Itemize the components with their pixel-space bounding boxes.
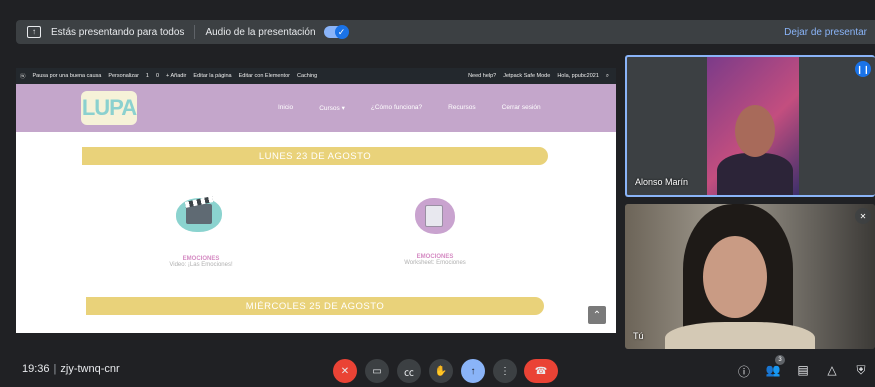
day-heading: LUNES 23 DE AGOSTO <box>82 147 548 165</box>
self-tile[interactable]: ✕ Tú <box>625 204 875 349</box>
site-nav: Inicio Cursos ▾ ¿Cómo funciona? Recursos… <box>278 104 567 112</box>
nav-item-inicio[interactable]: Inicio <box>278 104 293 112</box>
camera-button[interactable]: ▭ <box>365 359 389 383</box>
shared-screen: ⓦ Pausa por una buena causa Personalizar… <box>16 68 616 333</box>
divider <box>194 25 196 39</box>
wp-bar-item[interactable]: Hola, ppubc2021 <box>557 73 599 80</box>
self-video-body <box>665 322 815 349</box>
nav-item-cerrar-sesion[interactable]: Cerrar sesión <box>502 104 541 112</box>
present-button[interactable]: ↑ <box>461 359 485 383</box>
wp-admin-bar: ⓦ Pausa por una buena causa Personalizar… <box>16 68 616 84</box>
check-icon: ✓ <box>334 25 349 39</box>
wp-bar-item[interactable]: 0 <box>156 73 159 79</box>
participant-name: Tú <box>633 331 644 341</box>
clock: 19:36 <box>22 363 50 375</box>
mic-off-button[interactable]: ✕ <box>333 359 357 383</box>
host-controls-icon[interactable]: ⛨ <box>853 363 869 378</box>
participant-count-badge: 3 <box>775 355 785 365</box>
audio-toggle[interactable]: ✓ <box>323 25 349 39</box>
nav-item-como-funciona[interactable]: ¿Cómo funciona? <box>371 104 422 112</box>
participant-video-body <box>717 153 793 195</box>
wp-bar-item[interactable]: + Añadir <box>166 73 186 79</box>
presenting-text: Estás presentando para todos <box>51 26 185 38</box>
worksheet-icon[interactable] <box>425 205 443 227</box>
captions-button[interactable]: ㏄ <box>397 359 421 383</box>
lesson-tile-video[interactable]: EMOCIONES Video: ¡Las Emociones! <box>156 256 246 268</box>
activities-icon[interactable]: △ <box>824 363 840 377</box>
audio-label: Audio de la presentación <box>205 26 316 38</box>
speaking-indicator-icon: ❙❙ <box>855 61 871 77</box>
hang-up-button[interactable]: ☎ <box>524 359 558 383</box>
meeting-code: zjy-twnq-cnr <box>60 363 120 375</box>
wp-bar-right: Need help? Jetpack Safe Mode Hola, ppubc… <box>468 73 616 80</box>
self-video-face <box>703 236 767 318</box>
raise-hand-button[interactable]: ✋ <box>429 359 453 383</box>
stop-presenting-button[interactable]: Dejar de presentar <box>784 27 867 38</box>
wp-bar-item[interactable]: Editar la página <box>193 73 231 79</box>
people-icon[interactable]: 👥 <box>765 363 781 377</box>
wp-bar-item[interactable]: Caching <box>297 73 317 79</box>
site-logo[interactable]: LUPA <box>81 91 137 125</box>
divider: | <box>53 363 57 375</box>
more-options-button[interactable]: ⋮ <box>493 359 517 383</box>
wp-bar-item[interactable]: 1 <box>146 73 149 79</box>
nav-item-recursos[interactable]: Recursos <box>448 104 475 112</box>
presenting-bar: ↑ Estás presentando para todos Audio de … <box>16 20 875 44</box>
mic-off-icon: ✕ <box>855 208 871 224</box>
wp-bar-item[interactable]: Pausa por una buena causa <box>33 73 102 79</box>
nav-item-cursos[interactable]: Cursos ▾ <box>319 104 345 112</box>
chat-icon[interactable]: ▤ <box>795 363 811 377</box>
lesson-subtitle: Video: ¡Las Emociones! <box>169 262 233 268</box>
participant-name: Alonso Marín <box>635 177 689 187</box>
wp-bar-item[interactable]: Editar con Elementor <box>239 73 290 79</box>
wp-bar-item[interactable]: Need help? <box>468 73 496 80</box>
lesson-subtitle: Worksheet: Emociones <box>404 260 466 266</box>
wp-bar-item[interactable]: Personalizar <box>108 73 139 79</box>
participant-tile[interactable]: ❙❙ Alonso Marín <box>625 55 875 197</box>
site-header: LUPA Inicio Cursos ▾ ¿Cómo funciona? Rec… <box>16 84 616 132</box>
meeting-info: 19:36 | zjy-twnq-cnr <box>22 363 120 375</box>
participant-video-head <box>735 105 775 157</box>
lesson-tile-worksheet[interactable]: EMOCIONES Worksheet: Emociones <box>388 254 482 266</box>
bottom-bar: 19:36 | zjy-twnq-cnr ✕ ▭ ㏄ ✋ ↑ ⋮ ☎ ⓘ 👥 ▤ △… <box>0 355 875 387</box>
wordpress-icon[interactable]: ⓦ <box>20 72 26 80</box>
meet-window: ↑ Estás presentando para todos Audio de … <box>0 0 875 387</box>
present-screen-icon: ↑ <box>27 26 41 38</box>
search-icon[interactable]: ⌕ <box>606 73 609 80</box>
wp-bar-item[interactable]: Jetpack Safe Mode <box>503 73 550 80</box>
scroll-to-top-icon[interactable]: ⌃ <box>588 306 606 324</box>
meeting-details-icon[interactable]: ⓘ <box>736 363 752 380</box>
day-heading: MIÉRCOLES 25 DE AGOSTO <box>86 297 544 315</box>
